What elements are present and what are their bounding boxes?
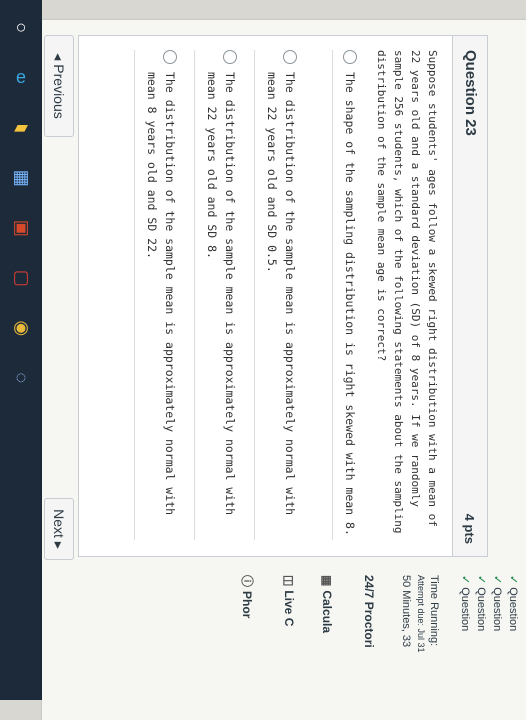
radio-button[interactable]	[223, 50, 237, 64]
previous-button[interactable]: ◂ Previous	[44, 35, 74, 137]
answer-option-1[interactable]: The shape of the sampling distribution i…	[332, 50, 359, 540]
previous-label: Previous	[51, 64, 67, 119]
question-card: Question 23 4 pts Suppose students' ages…	[78, 35, 488, 557]
taskbar: ○ e ▰ ▦ ▣ ▢ ◉ ◌	[0, 0, 42, 700]
check-icon: ✓	[507, 575, 519, 585]
question-link-4[interactable]: ✓Question	[459, 575, 472, 631]
start-circle-icon[interactable]: ○	[8, 14, 34, 40]
store-icon[interactable]: ▦	[8, 164, 34, 190]
option-label: The shape of the sampling distribution i…	[343, 72, 357, 536]
question-header: Question 23 4 pts	[452, 36, 487, 556]
option-label: The distribution of the sample mean is a…	[205, 72, 237, 516]
edge-icon[interactable]: e	[8, 64, 34, 90]
radio-button[interactable]	[283, 50, 297, 64]
radio-button[interactable]	[343, 50, 357, 64]
chat-icon: ◫	[282, 575, 296, 587]
attempt-due-text: Attempt due: Jul 31	[416, 575, 426, 653]
next-button[interactable]: Next ▸	[44, 498, 74, 560]
previous-arrow-icon: ◂	[51, 53, 68, 61]
calculator-link[interactable]: ▦Calcula	[320, 575, 334, 633]
next-label: Next	[51, 509, 67, 538]
check-icon: ✓	[491, 575, 503, 585]
phone-link[interactable]: ⓘPhor	[239, 575, 256, 618]
chrome-icon[interactable]: ◉	[8, 314, 34, 340]
question-link-1[interactable]: ✓Question	[507, 575, 520, 631]
answer-option-4[interactable]: The distribution of the sample mean is a…	[134, 50, 179, 540]
question-link-3[interactable]: ✓Question	[475, 575, 488, 631]
answer-option-2[interactable]: The distribution of the sample mean is a…	[254, 50, 299, 540]
check-icon: ✓	[475, 575, 487, 585]
question-title: Question 23	[462, 50, 479, 136]
check-icon: ✓	[459, 575, 471, 585]
phone-icon: ⓘ	[240, 575, 254, 588]
office-icon[interactable]: ▣	[8, 214, 34, 240]
calculator-icon: ▦	[320, 575, 334, 587]
time-running-label: Time Running:	[428, 575, 440, 647]
quiz-sidebar: ✓Question ✓Question ✓Question ✓Question …	[42, 575, 526, 720]
question-points: 4 pts	[462, 513, 477, 544]
option-label: The distribution of the sample mean is a…	[265, 72, 297, 516]
file-explorer-icon[interactable]: ▰	[8, 114, 34, 140]
answer-option-3[interactable]: The distribution of the sample mean is a…	[194, 50, 239, 540]
quiz-page: Question 23 4 pts Suppose students' ages…	[42, 20, 526, 720]
timer-value: 50 Minutes, 33	[400, 575, 412, 648]
calendar-icon[interactable]: ▢	[8, 264, 34, 290]
radio-button[interactable]	[163, 50, 177, 64]
live-chat-link[interactable]: ◫Live C	[282, 575, 296, 626]
assistant-icon[interactable]: ◌	[8, 364, 34, 390]
question-text: Suppose students' ages follow a skewed r…	[375, 50, 439, 534]
proctor-heading: 24/7 Proctori	[362, 575, 376, 648]
option-label: The distribution of the sample mean is a…	[145, 72, 177, 516]
question-link-2[interactable]: ✓Question	[491, 575, 504, 631]
next-arrow-icon: ▸	[51, 541, 68, 549]
